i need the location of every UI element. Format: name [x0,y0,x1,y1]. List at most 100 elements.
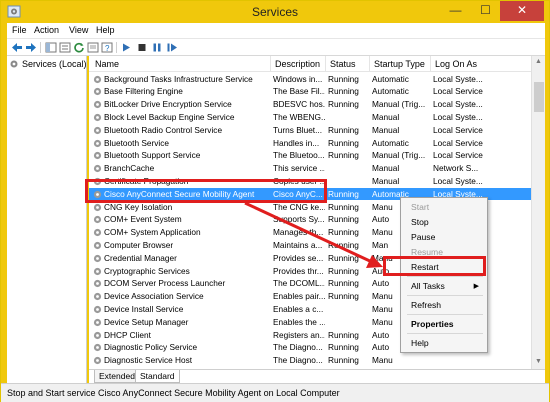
close-button[interactable]: ✕ [500,1,544,21]
pause-icon[interactable] [151,42,163,53]
ctx-stop[interactable]: Stop [411,217,429,227]
column-header-status[interactable]: Status [326,56,370,72]
table-row[interactable]: Bluetooth Radio Control Service Turns Blu… [89,124,531,137]
column-header-description[interactable]: Description [271,56,326,72]
cell-status: Running [328,86,359,97]
status-text: Stop and Start service Cisco AnyConnect … [7,388,340,398]
service-gear-icon [93,267,102,275]
cell-description: The WBENG... [273,111,325,122]
table-row[interactable]: Base Filtering Engine The Base Fil... Runn… [89,85,531,98]
table-row[interactable]: Background Tasks Infrastructure Service W… [89,73,531,86]
tab-standard[interactable]: Standard [135,370,180,383]
cell-name: Device Association Service [104,291,204,302]
cell-status: Running [328,99,359,110]
column-label: Name [95,59,120,69]
service-gear-icon [93,139,102,147]
service-gear-icon [93,100,102,109]
table-row[interactable]: Block Level Backup Engine Service The WBE… [89,111,531,124]
cell-name: Block Level Backup Engine Service [104,111,235,122]
cell-description: The Diagno... [273,342,323,353]
table-row[interactable]: BranchCache This service ... Manual Network… [89,162,531,175]
cell-startup-type: Automatic [372,73,409,84]
play-icon[interactable] [120,42,132,53]
menu-help[interactable]: Help [96,25,115,35]
cell-name: COM+ Event System [104,214,182,225]
menu-separator [407,295,483,296]
cell-log-on-as: Local Service [433,124,483,135]
service-gear-icon [93,113,102,121]
ctx-refresh[interactable]: Refresh [411,300,441,310]
ctx-properties[interactable]: Properties [411,319,454,329]
scroll-down-icon[interactable]: ▼ [535,358,542,365]
table-row[interactable]: BitLocker Drive Encryption Service BDESVC… [89,98,531,111]
cell-log-on-as: Local Service [433,86,483,97]
ctx-help[interactable]: Help [411,338,429,348]
service-gear-icon [93,75,102,83]
service-gear-icon [93,228,102,237]
service-gear-icon [93,152,102,160]
minimize-button[interactable]: — [442,1,469,21]
service-gear-icon [93,305,102,313]
cell-name: BranchCache [104,163,155,174]
cell-name: Device Install Service [104,303,184,314]
properties-icon[interactable] [87,42,99,53]
view-tabs: Extended Standard [89,369,545,383]
scroll-up-icon[interactable]: ▲ [535,58,542,65]
highlight-box-cisco-service [85,179,327,203]
up-icon[interactable] [45,42,57,53]
cell-name: Base Filtering Engine [104,86,183,97]
tab-extended[interactable]: Extended [94,370,140,383]
cell-name: Diagnostic Policy Service [104,342,198,353]
title-bar[interactable]: Services — ☐ ✕ [1,1,549,23]
table-row[interactable]: Bluetooth Service Handles in... Running Aut… [89,137,531,150]
cell-name: Credential Manager [104,252,177,263]
service-gear-icon [93,331,102,339]
menu-action[interactable]: Action [34,25,59,35]
restart-icon[interactable] [166,42,178,53]
cell-log-on-as: Local Syste... [433,175,483,186]
cell-status: Running [328,278,359,289]
table-row[interactable]: Bluetooth Support Service The Bluetoo... R… [89,149,531,162]
cell-status: Running [328,137,359,148]
cell-status: Running [328,291,359,302]
cell-description: The Diagno... [273,355,323,366]
menu-file[interactable]: File [12,25,27,35]
cell-status: Running [328,239,359,250]
cell-description: Handles in... [273,137,320,148]
column-header-log-on-as[interactable]: Log On As [431,56,535,72]
table-row[interactable]: Diagnostic Service Host The Diagno... Runn… [89,354,531,367]
cell-startup-type: Manual [372,111,400,122]
cell-name: Bluetooth Service [104,137,170,148]
cell-description: Maintains a... [273,239,323,250]
cell-description: The Base Fil... [273,86,325,97]
console-tree: Services (Local) [7,56,87,383]
cell-log-on-as: Network S... [433,163,479,174]
ctx-all-tasks[interactable]: All Tasks [411,281,445,291]
vertical-scrollbar[interactable]: ▲ ▼ [531,56,545,369]
cell-description: Windows in... [273,73,323,84]
cell-status: Running [328,355,359,366]
refresh-icon[interactable] [73,42,85,53]
cell-status: Running [328,188,359,199]
cell-status: Running [328,201,359,212]
cell-status: Running [328,124,359,135]
service-gear-icon [93,344,102,352]
toolbar-separator [116,42,117,53]
cell-description: Enables pair... [273,291,325,302]
services-gear-icon [10,60,18,68]
help-icon[interactable]: ? [101,42,113,53]
cell-description: Supports Sy... [273,214,325,225]
column-header-startup-type[interactable]: Startup Type [370,56,431,72]
console-tree-icon[interactable] [59,42,71,53]
ctx-pause[interactable]: Pause [411,232,435,242]
cell-name: Computer Browser [104,239,174,250]
stop-icon[interactable] [136,42,148,53]
ctx-start[interactable]: Start [411,202,429,212]
column-header-name[interactable]: Name [89,56,271,72]
back-arrow-icon[interactable] [11,42,23,53]
cell-startup-type: Manual [372,124,400,135]
forward-arrow-icon[interactable] [25,42,37,53]
scrollbar-thumb[interactable] [534,82,544,112]
menu-view[interactable]: View [69,25,88,35]
maximize-button[interactable]: ☐ [472,1,499,21]
